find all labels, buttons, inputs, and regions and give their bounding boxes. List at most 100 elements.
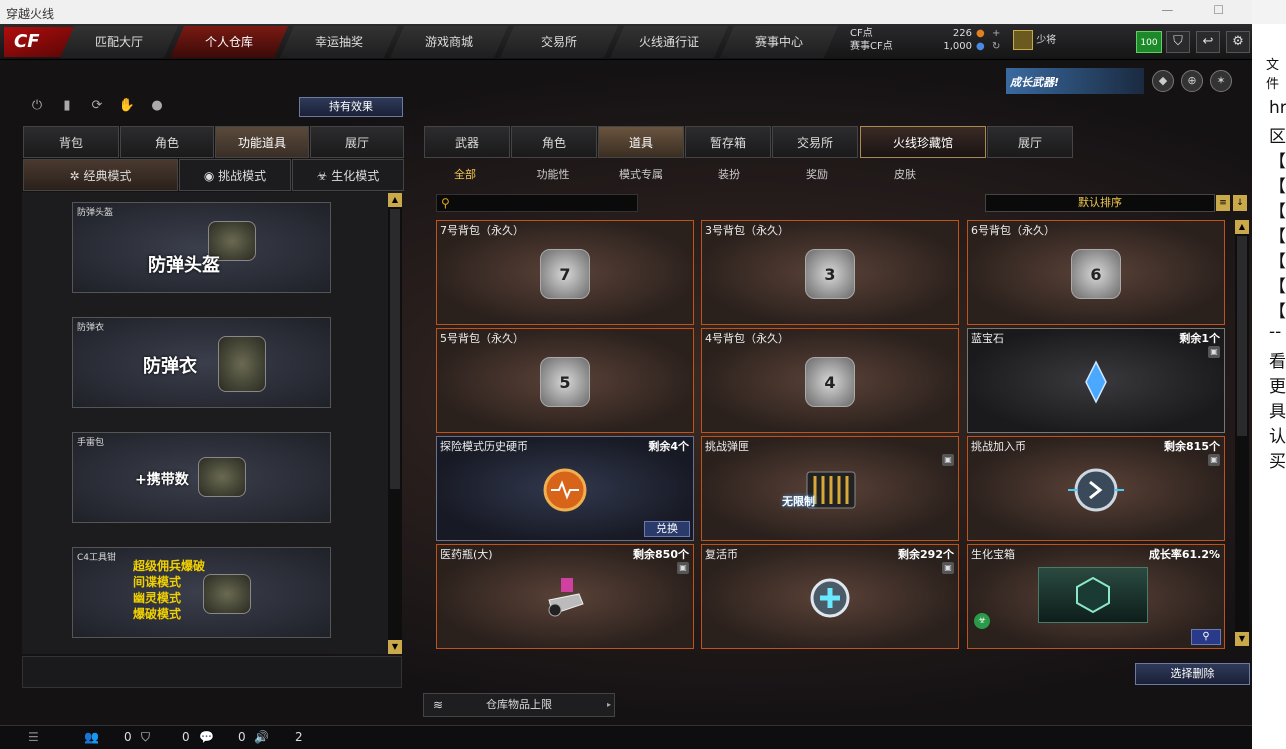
subtab-dress[interactable]: 装扮: [704, 166, 754, 184]
subtab-mode-exclusive[interactable]: 模式专属: [611, 166, 671, 184]
stats-icon[interactable]: ▮: [56, 98, 78, 118]
item-card[interactable]: 生化宝箱 成长率61.2% ☣ ⚲: [967, 544, 1225, 649]
return-icon[interactable]: ↩: [1196, 31, 1220, 53]
list-item-armor[interactable]: 防弹衣 防弹衣: [72, 317, 331, 408]
list-item-c4-pliers[interactable]: C4工具钳 超级佣兵爆破 间谍模式 幽灵模式 爆破模式: [72, 547, 331, 638]
nav-tab-exchange[interactable]: 交易所: [500, 26, 618, 58]
storage-limit-button[interactable]: ≋ 仓库物品上限 ▸: [423, 693, 615, 717]
nav-tab-lucky-draw[interactable]: 幸运抽奖: [280, 26, 398, 58]
medicine-bottle-icon: [548, 578, 584, 617]
left-tab-function-items[interactable]: 功能道具: [215, 126, 309, 158]
gear-icon[interactable]: ⚙: [1226, 31, 1250, 53]
refresh-circle-icon[interactable]: ⟳: [86, 98, 108, 118]
grenade-icon[interactable]: ●: [146, 98, 168, 118]
item-name: 手雷包: [77, 438, 105, 448]
target-icon[interactable]: ⊕: [1181, 70, 1203, 92]
subtab-all[interactable]: 全部: [440, 166, 490, 184]
refresh-icon[interactable]: ↻: [992, 41, 1000, 53]
file-menu[interactable]: 文件: [1266, 54, 1286, 92]
scroll-thumb[interactable]: [1237, 236, 1247, 436]
level-badge[interactable]: 100: [1136, 31, 1162, 53]
item-card[interactable]: 复活币 剩余292个 ▣: [701, 544, 959, 649]
mode-line: 爆破模式: [133, 607, 182, 621]
scroll-thumb[interactable]: [390, 209, 400, 489]
tab-items[interactable]: 道具: [598, 126, 684, 158]
list-view-icon[interactable]: ≡: [1216, 195, 1230, 211]
item-card[interactable]: 医药瓶(大) 剩余850个 ▣: [436, 544, 694, 649]
search-input[interactable]: ⚲: [436, 194, 638, 212]
mode-line: 超级佣兵爆破: [133, 559, 206, 573]
function-item-list: 防弹头盔 防弹头盔 防弹衣 防弹衣 手雷包 +携带数 C4工具钳 超级佣兵爆破 …: [22, 192, 402, 654]
item-card[interactable]: 4号背包（永久） 4: [701, 328, 959, 433]
tab-collection[interactable]: 火线珍藏馆: [860, 126, 986, 158]
trash-icon[interactable]: ▣: [677, 562, 689, 574]
item-card[interactable]: 探险模式历史硬币 剩余4个 兑换: [436, 436, 694, 541]
left-tab-character[interactable]: 角色: [120, 126, 214, 158]
trash-icon[interactable]: ▣: [1208, 346, 1220, 358]
tab-characters[interactable]: 角色: [511, 126, 597, 158]
nav-tab-pass[interactable]: 火线通行证: [610, 26, 728, 58]
tab-temp-box[interactable]: 暂存箱: [685, 126, 771, 158]
tab-exchange[interactable]: 交易所: [772, 126, 858, 158]
item-card[interactable]: 挑战加入币 剩余815个 ▣: [967, 436, 1225, 541]
nav-tab-match-hall[interactable]: 匹配大厅: [60, 26, 178, 58]
mode-tab-zombie[interactable]: ☣ 生化模式: [292, 159, 404, 191]
mode-tab-classic[interactable]: ✲ 经典模式: [23, 159, 178, 191]
hand-icon[interactable]: ✋: [116, 98, 138, 118]
trash-icon[interactable]: ▣: [942, 562, 954, 574]
list-item-helmet[interactable]: 防弹头盔 防弹头盔: [72, 202, 331, 293]
item-card[interactable]: 5号背包（永久） 5: [436, 328, 694, 433]
mode-label: 挑战模式: [218, 169, 267, 183]
sort-select[interactable]: 默认排序: [985, 194, 1215, 212]
window-controls[interactable]: — ☐: [1161, 3, 1242, 17]
chat-icon[interactable]: 💬: [199, 730, 214, 744]
tab-weapons[interactable]: 武器: [424, 126, 510, 158]
subtab-functional[interactable]: 功能性: [525, 166, 581, 184]
scroll-down-icon[interactable]: ▼: [1235, 632, 1249, 646]
hold-effect-button[interactable]: 持有效果: [299, 97, 403, 117]
item-card[interactable]: 蓝宝石 剩余1个 ▣: [967, 328, 1225, 433]
mode-list: 超级佣兵爆破 间谍模式 幽灵模式 爆破模式: [133, 558, 205, 622]
sort-order-icon[interactable]: ↓: [1233, 195, 1247, 211]
item-card[interactable]: 6号背包（永久） 6: [967, 220, 1225, 325]
trash-icon[interactable]: ▣: [1208, 454, 1220, 466]
nav-tab-mall[interactable]: 游戏商城: [390, 26, 508, 58]
item-name: 防弹头盔: [77, 208, 114, 218]
item-card[interactable]: 挑战弹匣 ▣ 无限制: [701, 436, 959, 541]
scroll-down-icon[interactable]: ▼: [388, 640, 402, 654]
grid-scrollbar[interactable]: ▲ ▼: [1235, 220, 1249, 646]
left-tab-showroom[interactable]: 展厅: [310, 126, 404, 158]
scroll-up-icon[interactable]: ▲: [388, 193, 402, 207]
tab-showroom[interactable]: 展厅: [987, 126, 1073, 158]
select-delete-button[interactable]: 选择删除: [1135, 663, 1250, 685]
scroll-up-icon[interactable]: ▲: [1235, 220, 1249, 234]
growth-weapon-banner[interactable]: 成长武器!: [1006, 68, 1144, 94]
exchange-button[interactable]: 兑换: [644, 521, 690, 537]
friends-icon[interactable]: 👥: [84, 730, 99, 744]
left-scrollbar[interactable]: ▲ ▼: [388, 193, 402, 654]
trash-icon[interactable]: ▣: [942, 454, 954, 466]
ammo-icon: [806, 471, 856, 509]
item-card[interactable]: 7号背包（永久） 7: [436, 220, 694, 325]
cf-value: 226: [952, 28, 972, 39]
item-card[interactable]: 3号背包（永久） 3: [701, 220, 959, 325]
rank-display[interactable]: 少将: [1013, 30, 1073, 54]
volume-icon[interactable]: 🔊: [254, 730, 269, 744]
left-tab-backpack[interactable]: 背包: [23, 126, 119, 158]
compass-icon[interactable]: ✶: [1210, 70, 1232, 92]
shield-icon[interactable]: ⛉: [1166, 31, 1190, 53]
item-remaining: 剩余4个: [648, 440, 689, 453]
nav-tab-personal-storage[interactable]: 个人仓库: [170, 26, 288, 58]
subtab-rewards[interactable]: 奖励: [792, 166, 842, 184]
mode-tab-challenge[interactable]: ◉ 挑战模式: [179, 159, 291, 191]
window-title: 穿越火线: [6, 7, 55, 21]
nav-tab-events[interactable]: 赛事中心: [720, 26, 838, 58]
shield-status-icon[interactable]: ⛉: [141, 730, 150, 745]
list-item-grenade-pack[interactable]: 手雷包 +携带数: [72, 432, 331, 523]
badge-icon[interactable]: ◆: [1152, 70, 1174, 92]
off-toggle-icon[interactable]: ⏻: [26, 98, 48, 118]
subtab-skins[interactable]: 皮肤: [880, 166, 930, 184]
magnify-button[interactable]: ⚲: [1191, 629, 1221, 645]
add-icon[interactable]: +: [992, 28, 1000, 40]
list-icon[interactable]: ☰: [28, 730, 39, 744]
